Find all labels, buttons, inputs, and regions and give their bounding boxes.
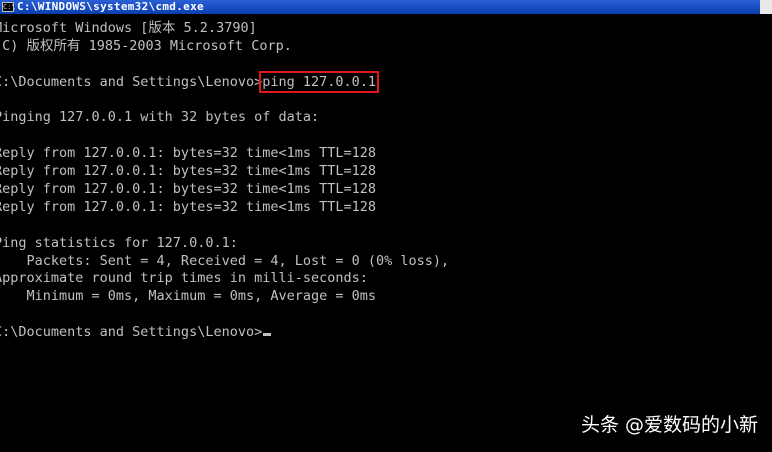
prompt-text: C:\Documents and Settings\Lenovo>: [0, 73, 263, 90]
window-title: C:\WINDOWS\system32\cmd.exe: [17, 0, 204, 13]
command-prompt-icon[interactable]: C:\: [2, 2, 16, 12]
reply-line: Reply from 127.0.0.1: bytes=32 time<1ms …: [0, 145, 377, 162]
reply-line: Reply from 127.0.0.1: bytes=32 time<1ms …: [0, 198, 377, 215]
window-controls[interactable]: [760, 0, 772, 14]
text-cursor: [263, 333, 272, 337]
reply-line: Reply from 127.0.0.1: bytes=32 time<1ms …: [0, 181, 377, 198]
watermark: 头条 @爱数码的小新: [580, 414, 758, 436]
stats-line: Ping statistics for 127.0.0.1:: [0, 234, 238, 251]
prompt-line-2[interactable]: C:\Documents and Settings\Lenovo>: [0, 324, 449, 342]
stats-line: Packets: Sent = 4, Received = 4, Lost = …: [0, 252, 450, 269]
console-line: Microsoft Windows [版本 5.2.3790]: [0, 20, 257, 36]
title-bar[interactable]: C:\ C:\WINDOWS\system32\cmd.exe: [0, 0, 772, 14]
stats-line: Minimum = 0ms, Maximum = 0ms, Average = …: [0, 288, 377, 305]
console-output[interactable]: Microsoft Windows [版本 5.2.3790] (C) 版权所有…: [0, 20, 449, 342]
highlighted-command: ping 127.0.0.1: [259, 70, 380, 93]
stats-line: Approximate round trip times in milli-se…: [0, 270, 368, 287]
reply-line: Reply from 127.0.0.1: bytes=32 time<1ms …: [0, 163, 377, 180]
console-line: Pinging 127.0.0.1 with 32 bytes of data:: [0, 109, 320, 126]
prompt-text: C:\Documents and Settings\Lenovo>: [0, 324, 263, 341]
prompt-line-1: C:\Documents and Settings\Lenovo>ping 12…: [0, 70, 449, 93]
console-line: (C) 版权所有 1985-2003 Microsoft Corp.: [0, 37, 292, 54]
